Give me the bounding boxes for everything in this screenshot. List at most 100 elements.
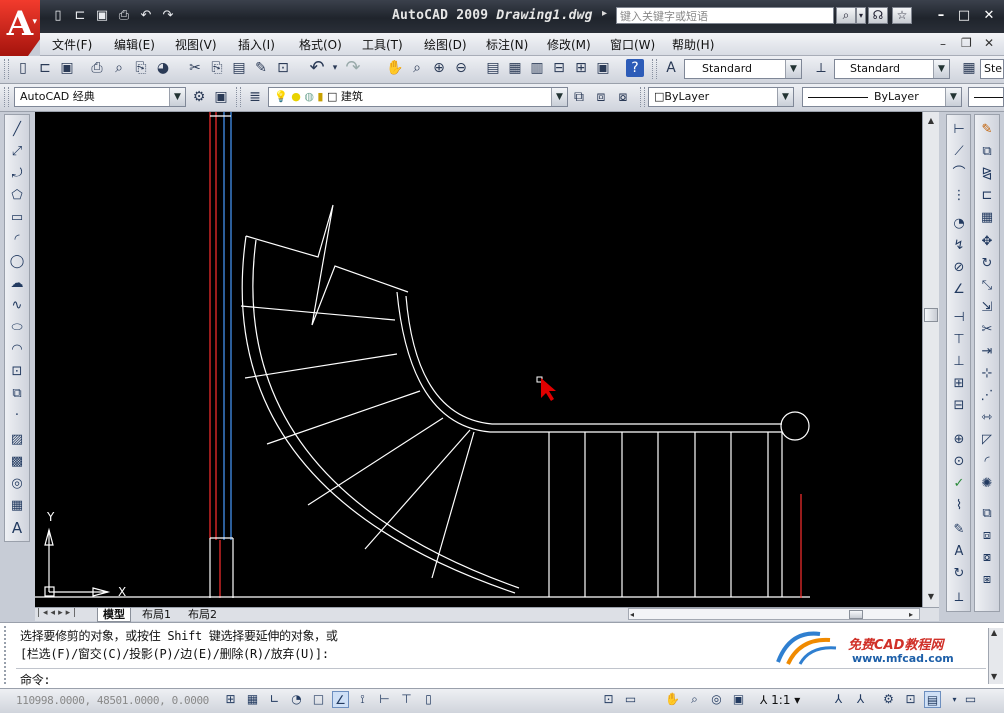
draw-order-front-icon[interactable]: ⧉ — [977, 505, 997, 523]
vertical-scroll-thumb[interactable] — [924, 308, 938, 322]
publish-icon[interactable]: ⎘ — [132, 59, 150, 77]
aligned-dimension-icon[interactable]: ⟋ — [949, 143, 969, 161]
help-icon[interactable]: ? — [626, 59, 644, 77]
menu-draw[interactable]: 绘图(D) — [424, 36, 467, 53]
zoom-status-icon[interactable]: ⌕ — [686, 691, 703, 708]
steering-wheel-icon[interactable]: ◎ — [708, 691, 725, 708]
chevron-down-icon[interactable]: ▼ — [169, 88, 185, 106]
text-style-icon[interactable]: A — [662, 59, 680, 77]
cut-icon[interactable]: ✂ — [186, 59, 204, 77]
layer-select[interactable]: 💡 ● ◍ ▮ □ 建筑 ▼ — [268, 87, 568, 107]
dimension-style-icon[interactable]: ⟂ — [949, 589, 969, 607]
search-icon[interactable]: ⌕ — [836, 7, 856, 24]
block-editor-icon[interactable]: ⊡ — [274, 59, 292, 77]
spline-icon[interactable]: ∿ — [7, 297, 27, 315]
undo-toolbar-icon[interactable]: ↶ — [308, 59, 326, 77]
open-icon[interactable]: ⊏ — [36, 59, 54, 77]
doc-restore-icon[interactable]: ❐ — [961, 36, 972, 50]
model-space-icon[interactable]: ⊡ — [600, 691, 617, 708]
pan-icon[interactable]: ✋ — [386, 59, 404, 77]
move-icon[interactable]: ✥ — [977, 233, 997, 251]
break-at-point-icon[interactable]: ⊹ — [977, 365, 997, 383]
zoom-realtime-icon[interactable]: ⌕ — [408, 59, 426, 77]
tab-layout2[interactable]: 布局2 — [183, 608, 222, 621]
tool-palettes-icon[interactable]: ▥ — [528, 59, 546, 77]
command-prompt[interactable]: 命令: — [20, 671, 51, 688]
sheet-set-icon[interactable]: ⊟ — [550, 59, 568, 77]
fillet-icon[interactable]: ◜ — [977, 453, 997, 471]
toolbar-grip[interactable] — [4, 59, 9, 79]
quick-properties-icon[interactable]: ▯ — [420, 691, 437, 708]
table-style-select[interactable]: Ste — [980, 59, 1004, 79]
quick-dimension-icon[interactable]: ⊣ — [949, 309, 969, 327]
annotation-scale[interactable]: ⅄ 1:1 ▾ — [760, 693, 800, 707]
undo-dropdown-icon[interactable]: ▾ — [326, 59, 344, 77]
ortho-mode-icon[interactable]: ∟ — [266, 691, 283, 708]
erase-icon[interactable]: ✎ — [977, 121, 997, 139]
object-snap-tracking-icon[interactable]: ∠ — [332, 691, 349, 708]
toolbar-grip[interactable] — [4, 87, 9, 107]
center-mark-icon[interactable]: ⊙ — [949, 453, 969, 471]
make-current-layer-icon[interactable]: ⧉ — [570, 88, 588, 106]
menu-modify[interactable]: 修改(M) — [547, 36, 591, 53]
plot-icon[interactable]: ⎙ — [88, 59, 106, 77]
construction-line-icon[interactable]: ⤢ — [7, 143, 27, 161]
maximize-icon[interactable]: □ — [956, 9, 972, 23]
design-center-icon[interactable]: ▦ — [506, 59, 524, 77]
favorites-icon[interactable]: ☆ — [892, 7, 912, 24]
menu-edit[interactable]: 编辑(E) — [114, 36, 155, 53]
radius-dimension-icon[interactable]: ◔ — [949, 215, 969, 233]
gradient-icon[interactable]: ▩ — [7, 453, 27, 471]
scale-icon[interactable]: ⤡ — [977, 277, 997, 295]
search-expand-icon[interactable]: ▸ — [602, 8, 607, 19]
ellipse-arc-icon[interactable]: ◠ — [7, 341, 27, 359]
workspace-icon[interactable]: ▣ — [212, 88, 230, 106]
menu-format[interactable]: 格式(O) — [299, 36, 342, 53]
new-file-icon[interactable]: ▯ — [50, 8, 66, 24]
search-input[interactable]: 键入关键字或短语 — [616, 7, 834, 24]
region-icon[interactable]: ◎ — [7, 475, 27, 493]
horizontal-scroll-thumb[interactable] — [849, 610, 863, 619]
markup-icon[interactable]: ⊞ — [572, 59, 590, 77]
scroll-up-icon[interactable]: ▲ — [991, 628, 997, 637]
array-icon[interactable]: ▦ — [977, 209, 997, 227]
redo-toolbar-icon[interactable]: ↷ — [344, 59, 362, 77]
annotation-visibility-icon[interactable]: ⅄ — [830, 691, 847, 708]
search-options-icon[interactable]: ▾ — [856, 7, 866, 24]
status-menu-icon[interactable]: ▤ — [924, 691, 941, 708]
layer-freeze-icon[interactable]: ● — [291, 90, 301, 103]
chevron-down-icon[interactable]: ▼ — [945, 88, 961, 106]
copy-object-icon[interactable]: ⧉ — [977, 143, 997, 161]
tab-nav-arrows-icon[interactable]: |◂◂▸▸| — [37, 608, 79, 618]
dimension-space-icon[interactable]: ⊞ — [949, 375, 969, 393]
send-under-icon[interactable]: ⧆ — [977, 571, 997, 589]
ellipse-icon[interactable]: ⬭ — [7, 319, 27, 337]
drawing-canvas[interactable]: Y X — [35, 112, 922, 608]
trim-icon[interactable]: ✂ — [977, 321, 997, 339]
snap-mode-icon[interactable]: ⊞ — [222, 691, 239, 708]
showmotion-icon[interactable]: ▣ — [730, 691, 747, 708]
workspace-select[interactable]: AutoCAD 经典 ▼ — [14, 87, 186, 107]
dimension-break-icon[interactable]: ⊟ — [949, 397, 969, 415]
chevron-down-icon[interactable]: ▼ — [551, 88, 567, 106]
pan-status-icon[interactable]: ✋ — [664, 691, 681, 708]
table-icon[interactable]: ▦ — [7, 497, 27, 515]
plot-preview-icon[interactable]: ⌕ — [110, 59, 128, 77]
layout-view-icon[interactable]: ▭ — [622, 691, 639, 708]
zoom-previous-icon[interactable]: ⊖ — [452, 59, 470, 77]
layer-lock-icon[interactable]: ▮ — [317, 90, 323, 103]
object-snap-icon[interactable]: □ — [310, 691, 327, 708]
chamfer-icon[interactable]: ◸ — [977, 431, 997, 449]
rectangle-icon[interactable]: ▭ — [7, 209, 27, 227]
table-style-icon[interactable]: ▦ — [960, 59, 978, 77]
scroll-left-icon[interactable]: ◂ — [630, 609, 634, 620]
layer-manager-icon[interactable]: ≣ — [246, 88, 264, 106]
close-icon[interactable]: ✕ — [981, 9, 997, 23]
arc-icon[interactable]: ◜ — [7, 231, 27, 249]
zoom-window-icon[interactable]: ⊕ — [430, 59, 448, 77]
bring-above-icon[interactable]: ⧇ — [977, 549, 997, 567]
chevron-down-icon[interactable]: ▼ — [785, 60, 801, 78]
polar-tracking-icon[interactable]: ◔ — [288, 691, 305, 708]
dynamic-input-icon[interactable]: ⊢ — [376, 691, 393, 708]
layer-on-icon[interactable]: 💡 — [274, 90, 288, 103]
